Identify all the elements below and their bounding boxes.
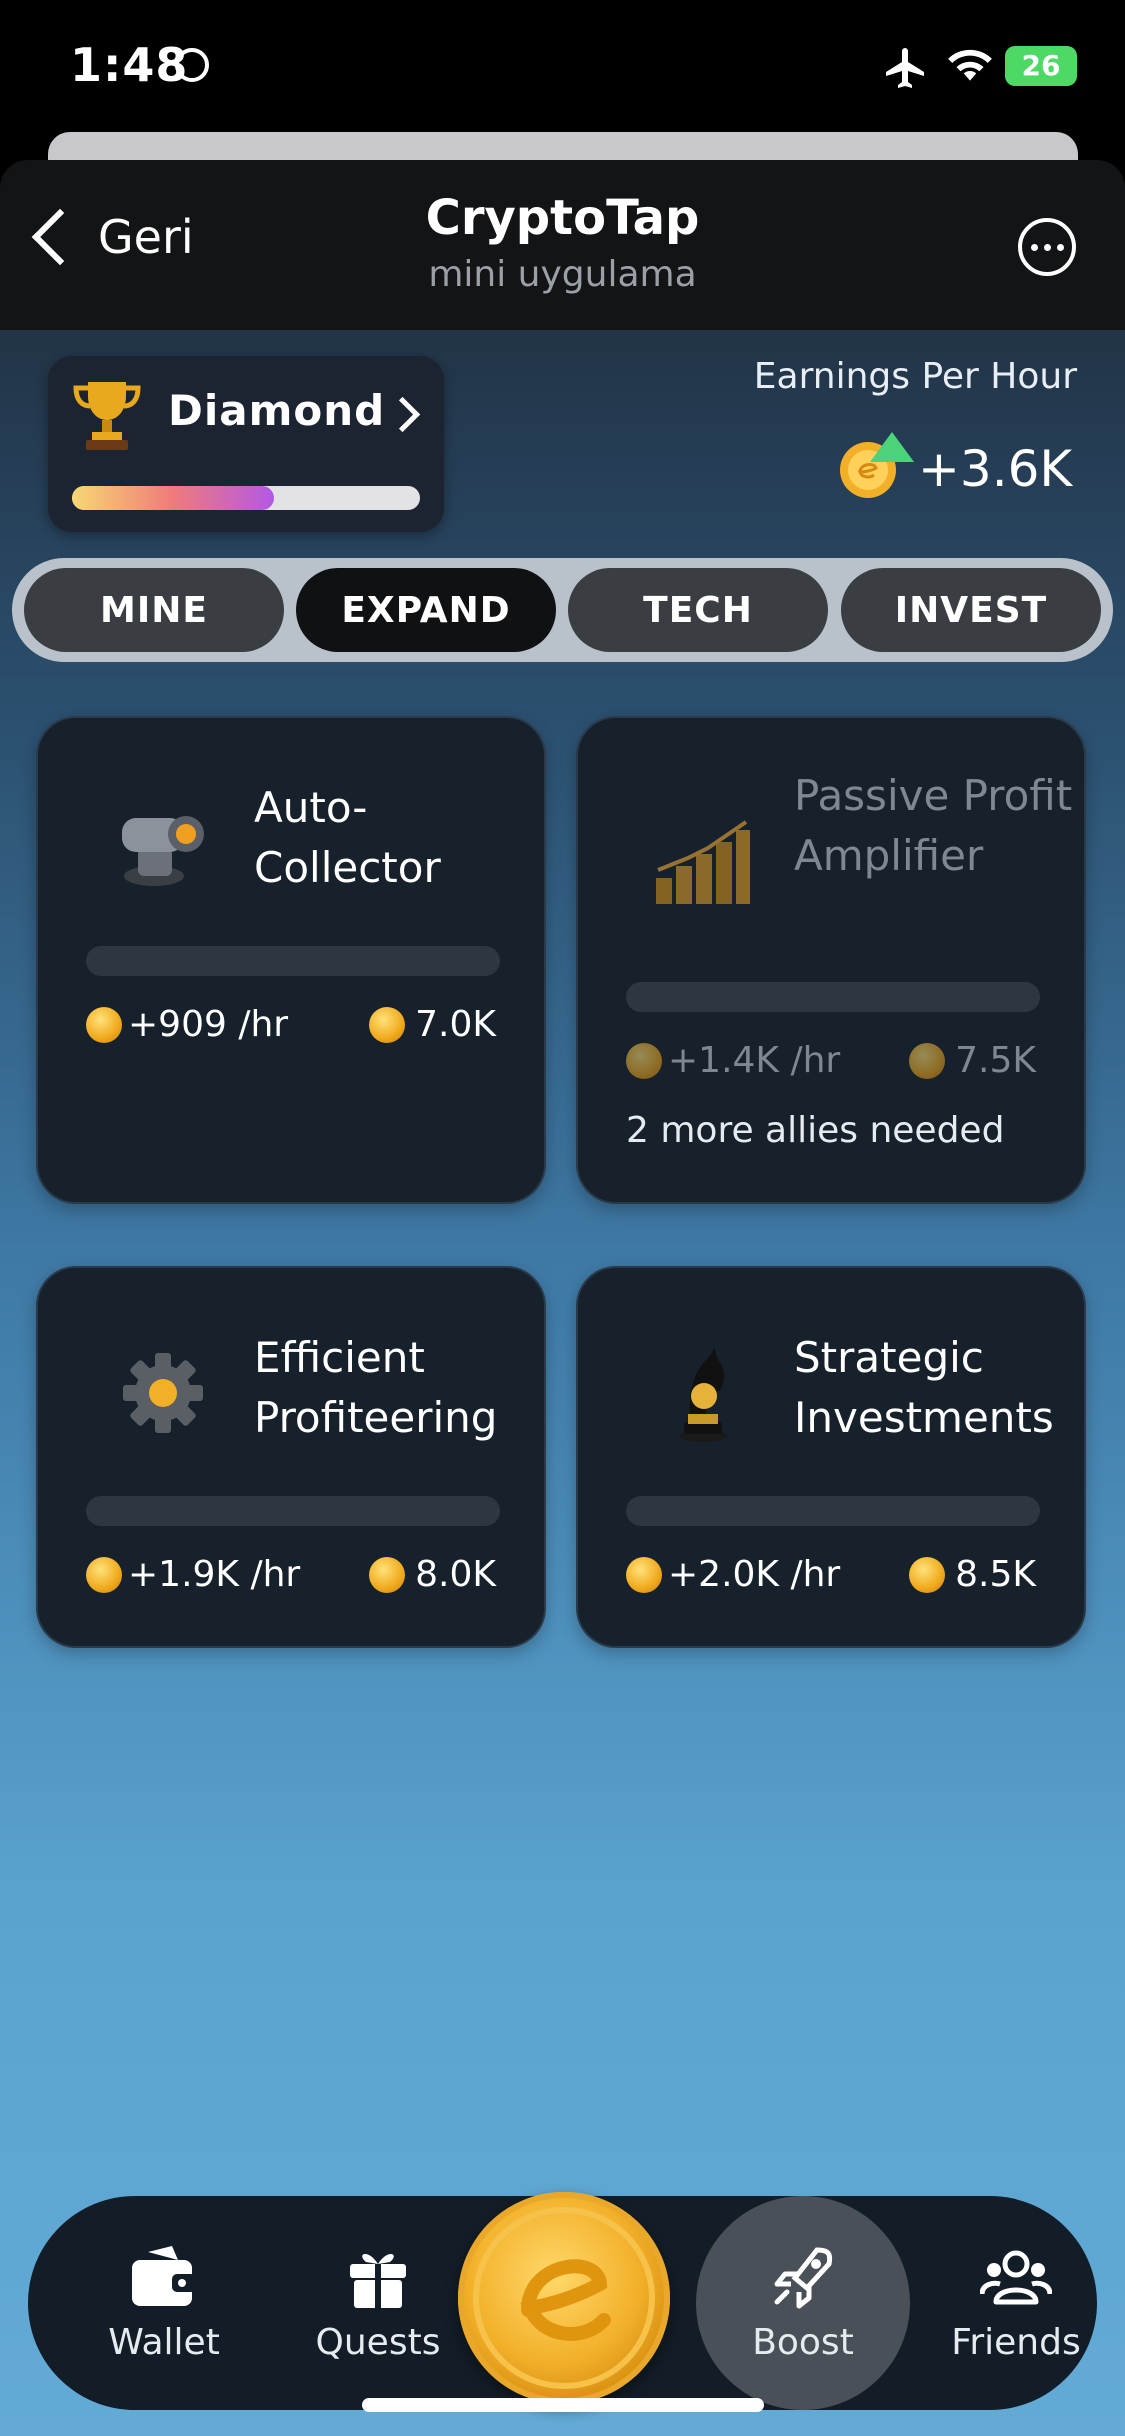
more-dot-icon <box>1043 243 1051 251</box>
nav-wallet[interactable]: Wallet <box>74 2196 254 2410</box>
more-options-button[interactable] <box>1018 218 1076 276</box>
airplane-icon <box>886 48 924 88</box>
tab-tech[interactable]: TECH <box>568 568 828 652</box>
tab-expand[interactable]: EXPAND <box>296 568 556 652</box>
nav-boost[interactable]: Boost <box>713 2196 893 2410</box>
focus-icon <box>175 48 209 82</box>
card-cost: 7.5K <box>909 1040 1036 1081</box>
upgrade-card-efficient-profiteering[interactable]: Efficient Profiteering +1.9K /hr 8.0K <box>36 1266 546 1648</box>
card-rate-value: +2.0K /hr <box>668 1554 841 1595</box>
card-cost-value: 8.0K <box>415 1554 496 1595</box>
nav-friends-label: Friends <box>951 2321 1081 2363</box>
nav-quests[interactable]: Quests <box>288 2196 468 2410</box>
card-cost: 7.0K <box>369 1004 496 1045</box>
card-cost-value: 8.5K <box>955 1554 1036 1595</box>
rank-progress-bar <box>72 486 420 510</box>
gift-icon <box>350 2253 406 2308</box>
tab-mine[interactable]: MINE <box>24 568 284 652</box>
coin-stacks-icon <box>656 820 750 904</box>
card-rate-value: +909 /hr <box>128 1004 289 1045</box>
nav-quests-label: Quests <box>315 2321 441 2363</box>
card-rate: +2.0K /hr <box>626 1554 840 1595</box>
card-cost-value: 7.5K <box>955 1040 1036 1081</box>
category-tabs: MINE EXPAND TECH INVEST <box>12 558 1113 662</box>
wifi-icon <box>948 49 992 81</box>
card-rate: +909 /hr <box>86 1004 288 1045</box>
coin-icon <box>909 1042 946 1079</box>
card-title: Auto-Collector <box>254 783 441 892</box>
page-subtitle: mini uygulama <box>428 254 697 295</box>
trend-up-icon <box>870 432 914 462</box>
tap-coin-button[interactable] <box>458 2192 670 2404</box>
card-level-bar <box>626 982 1040 1012</box>
upgrade-card-strategic-investments[interactable]: Strategic Investments +2.0K /hr 8.5K <box>576 1266 1086 1648</box>
chess-knight-icon <box>679 1348 727 1442</box>
card-level-bar <box>86 946 500 976</box>
chevron-right-icon <box>384 396 421 433</box>
nav-friends[interactable]: Friends <box>926 2196 1106 2410</box>
card-rate-value: +1.9K /hr <box>128 1554 301 1595</box>
card-cost-value: 7.0K <box>415 1004 496 1045</box>
tab-invest[interactable]: INVEST <box>841 568 1101 652</box>
coin-icon <box>626 1042 662 1079</box>
card-cost: 8.5K <box>909 1554 1036 1595</box>
card-title: Efficient Profiteering <box>254 1333 498 1442</box>
card-title: Strategic Investments <box>794 1333 1054 1442</box>
card-level-bar <box>626 1496 1040 1526</box>
rank-progress-fill <box>72 486 274 510</box>
coin-icon <box>369 1556 406 1593</box>
earnings-label: Earnings Per Hour <box>753 356 1077 397</box>
wallet-icon <box>132 2245 196 2306</box>
more-dot-icon <box>1056 243 1064 251</box>
coin-icon <box>909 1556 946 1593</box>
coin-icon <box>86 1006 122 1043</box>
rank-label: Diamond <box>168 386 386 435</box>
cannon-icon <box>122 816 204 886</box>
friends-icon <box>980 2250 1052 2304</box>
card-rate-value: +1.4K /hr <box>668 1040 841 1081</box>
card-level-bar <box>86 1496 500 1526</box>
card-cost: 8.0K <box>369 1554 496 1595</box>
locked-requirement-text: 2 more allies needed <box>626 1110 1005 1151</box>
upgrade-card-auto-collector[interactable]: Auto-Collector +909 /hr 7.0K <box>36 716 546 1204</box>
home-indicator <box>362 2398 764 2412</box>
card-rate: +1.4K /hr <box>626 1040 840 1081</box>
battery-icon: 26 <box>1005 46 1077 86</box>
coin-logo-icon <box>473 2207 655 2389</box>
card-title: Passive Profit Amplifier <box>794 771 1073 880</box>
more-dot-icon <box>1030 243 1038 251</box>
coin-icon <box>626 1556 662 1593</box>
rocket-icon <box>774 2246 833 2308</box>
coin-icon <box>86 1556 122 1593</box>
earnings-value: +3.6K <box>918 440 1073 498</box>
status-bar: 1:48 26 <box>0 0 1125 130</box>
card-rate: +1.9K /hr <box>86 1554 300 1595</box>
nav-boost-label: Boost <box>752 2321 854 2363</box>
nav-wallet-label: Wallet <box>108 2321 220 2363</box>
trophy-icon <box>73 382 141 450</box>
mini-app-header: Geri CryptoTap mini uygulama <box>0 160 1125 330</box>
gear-icon <box>123 1353 203 1433</box>
upgrade-card-passive-profit-amplifier[interactable]: Passive Profit Amplifier +1.4K /hr 7.5K … <box>576 716 1086 1204</box>
coin-icon <box>369 1006 406 1043</box>
rank-card[interactable]: Diamond <box>48 356 444 532</box>
status-time: 1:48 <box>70 38 189 92</box>
page-title: CryptoTap <box>425 190 700 246</box>
